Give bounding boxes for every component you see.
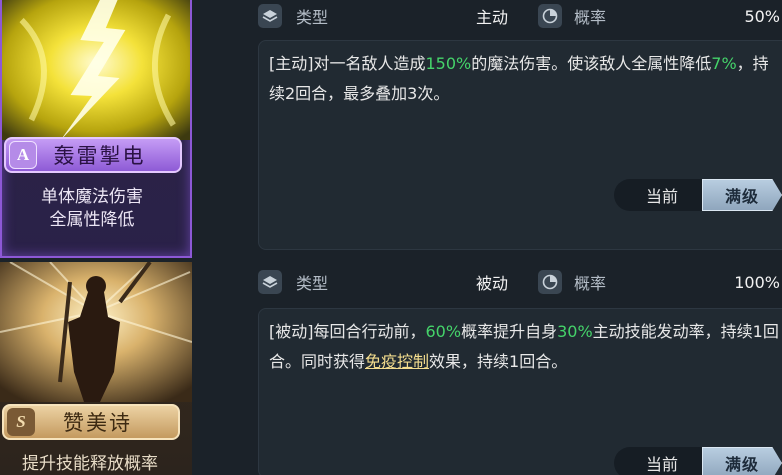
desc-text: 效果，持续1回合。 bbox=[429, 352, 568, 371]
layers-icon bbox=[258, 270, 282, 294]
warrior-art-icon bbox=[0, 262, 192, 402]
skill-nameplate: S 赞美诗 bbox=[2, 404, 180, 440]
skill-row-2: S 赞美诗 提升技能释放概率 类型 被动 概率 100% [被动]每回合行动前，… bbox=[0, 262, 782, 475]
desc-text: [主动]对一名敌人造成 bbox=[269, 54, 426, 73]
level-max-button[interactable]: 满级 bbox=[702, 447, 782, 475]
type-label: 类型 bbox=[296, 274, 329, 293]
desc-text: [被动]每回合行动前， bbox=[269, 322, 426, 341]
desc-highlight: 150% bbox=[425, 54, 472, 73]
skill-short-desc: 提升技能释放概率 bbox=[0, 453, 180, 475]
grade-badge: S bbox=[7, 408, 35, 436]
skill-name: 轰雷掣电 bbox=[53, 144, 146, 168]
desc-text: 概率提升自身 bbox=[461, 322, 558, 341]
level-toggle: 当前 满级 bbox=[614, 178, 782, 212]
skill-info-bar: 类型 被动 概率 100% bbox=[246, 266, 782, 298]
chance-value: 100% bbox=[734, 272, 780, 292]
skill-row-1: A 轰雷掣电 单体魔法伤害 全属性降低 类型 主动 概率 50% [主动]对一名… bbox=[0, 0, 782, 258]
level-current-button[interactable]: 当前 bbox=[614, 179, 702, 211]
grade-badge: A bbox=[9, 141, 37, 169]
lightning-art-icon bbox=[2, 0, 190, 140]
skill-card-hymn[interactable]: S 赞美诗 提升技能释放概率 bbox=[0, 262, 192, 475]
short-desc-line: 全属性降低 bbox=[49, 210, 135, 230]
level-current-button[interactable]: 当前 bbox=[614, 447, 702, 475]
desc-highlight: 7% bbox=[711, 54, 737, 73]
desc-highlight: 30% bbox=[557, 322, 593, 341]
level-max-button[interactable]: 满级 bbox=[702, 179, 782, 211]
layers-icon bbox=[258, 4, 282, 28]
skill-info-bar: 类型 主动 概率 50% bbox=[246, 0, 782, 32]
short-desc-line: 提升技能释放概率 bbox=[22, 454, 158, 474]
desc-highlight: 60% bbox=[425, 322, 462, 341]
skill-short-desc: 单体魔法伤害 全属性降低 bbox=[2, 186, 182, 232]
type-value: 主动 bbox=[475, 8, 508, 27]
chance-dial-icon bbox=[538, 4, 562, 28]
type-label: 类型 bbox=[296, 8, 329, 27]
skill-card-thunder[interactable]: A 轰雷掣电 单体魔法伤害 全属性降低 bbox=[0, 0, 192, 258]
desc-text: 的魔法伤害。使该敌人全属性降低 bbox=[471, 54, 712, 73]
chance-dial-icon bbox=[538, 270, 562, 294]
chance-value: 50% bbox=[744, 6, 780, 26]
level-toggle: 当前 满级 bbox=[614, 446, 782, 475]
type-value: 被动 bbox=[475, 274, 508, 293]
chance-label: 概率 bbox=[574, 274, 607, 293]
skill-description: [主动]对一名敌人造成150%的魔法伤害。使该敌人全属性降低7%，持续2回合，最… bbox=[258, 40, 782, 250]
short-desc-line: 单体魔法伤害 bbox=[41, 187, 143, 207]
keyword-link[interactable]: 免疫控制 bbox=[365, 352, 429, 371]
skill-nameplate: A 轰雷掣电 bbox=[4, 137, 182, 173]
skill-name: 赞美诗 bbox=[63, 411, 132, 435]
chance-label: 概率 bbox=[574, 8, 607, 27]
